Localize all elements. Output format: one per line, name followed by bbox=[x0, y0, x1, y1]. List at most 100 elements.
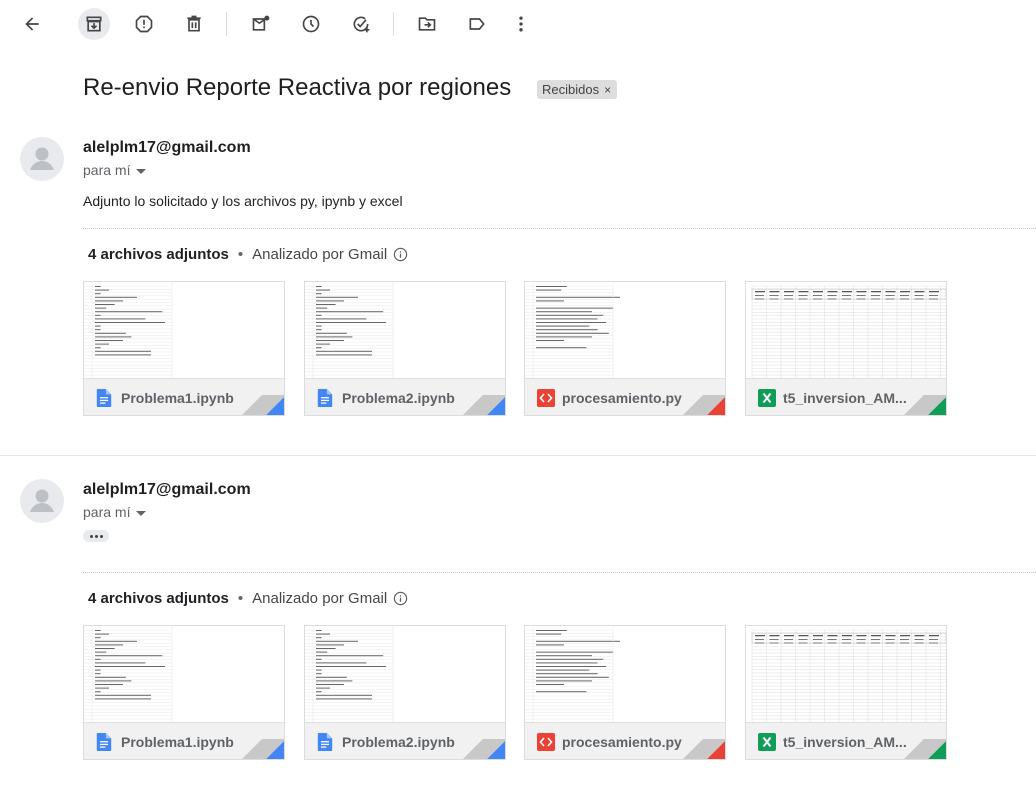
snooze-clock-icon bbox=[302, 15, 320, 33]
attachment-footer: Problema2.ipynb bbox=[305, 378, 505, 415]
add-task-icon bbox=[353, 16, 370, 33]
attachments-header: 4 archivos adjuntos • Analizado por Gmai… bbox=[88, 246, 408, 263]
attachment-filename: Problema2.ipynb bbox=[342, 734, 455, 750]
default-avatar-icon bbox=[30, 489, 54, 512]
toolbar bbox=[0, 0, 1036, 48]
attachment-filename: procesamiento.py bbox=[562, 390, 682, 406]
excel-icon bbox=[758, 389, 776, 407]
attachment-card[interactable]: Problema2.ipynb bbox=[304, 281, 506, 416]
more-vert-icon bbox=[519, 16, 523, 32]
google-docs-icon bbox=[96, 733, 112, 751]
attachment-footer: procesamiento.py bbox=[525, 722, 725, 759]
attachments-divider bbox=[83, 228, 1036, 229]
attachment-preview bbox=[525, 282, 725, 380]
trash-icon bbox=[187, 15, 201, 32]
avatar[interactable] bbox=[20, 479, 64, 523]
code-file-icon bbox=[537, 733, 555, 751]
attachment-preview bbox=[84, 282, 284, 380]
attachment-card[interactable]: Problema2.ipynb bbox=[304, 625, 506, 760]
attachment-filename: Problema1.ipynb bbox=[121, 390, 234, 406]
excel-icon bbox=[758, 733, 776, 751]
attachment-footer: t5_inversion_AM... bbox=[746, 722, 946, 759]
delete-button[interactable] bbox=[178, 8, 210, 40]
attachment-preview bbox=[746, 626, 946, 724]
add-task-button[interactable] bbox=[345, 8, 377, 40]
archive-icon bbox=[86, 16, 102, 32]
attachment-card[interactable]: procesamiento.py bbox=[524, 281, 726, 416]
report-spam-icon bbox=[135, 15, 153, 33]
recipient-details-toggle[interactable]: para mí bbox=[83, 504, 147, 520]
scanned-by-gmail: Analizado por Gmail bbox=[252, 590, 388, 607]
attachments-divider bbox=[83, 572, 1036, 573]
file-corner-fold-icon bbox=[242, 739, 284, 759]
info-icon[interactable] bbox=[393, 247, 408, 262]
file-corner-fold-icon bbox=[904, 739, 946, 759]
label-chip-text: Recibidos bbox=[542, 82, 600, 97]
label-chip-inbox[interactable]: Recibidos × bbox=[537, 80, 618, 99]
attachment-filename: Problema2.ipynb bbox=[342, 390, 455, 406]
attachment-filename: t5_inversion_AM... bbox=[783, 390, 907, 406]
attachment-card[interactable]: Problema1.ipynb bbox=[83, 281, 285, 416]
recipient-label: para mí bbox=[83, 504, 131, 520]
toolbar-separator bbox=[393, 12, 394, 36]
attachment-card[interactable]: t5_inversion_AM... bbox=[745, 625, 947, 760]
attachments-header: 4 archivos adjuntos • Analizado por Gmai… bbox=[88, 590, 408, 607]
file-corner-fold-icon bbox=[463, 395, 505, 415]
label-button[interactable] bbox=[461, 8, 493, 40]
move-to-folder-icon bbox=[418, 17, 436, 31]
message-body: Adjunto lo solicitado y los archivos py,… bbox=[83, 193, 403, 209]
avatar[interactable] bbox=[20, 137, 64, 181]
file-corner-fold-icon bbox=[463, 739, 505, 759]
archive-button[interactable] bbox=[78, 8, 110, 40]
attachment-footer: Problema1.ipynb bbox=[84, 722, 284, 759]
separator-dot: • bbox=[237, 246, 244, 263]
sender-email[interactable]: alelplm17@gmail.com bbox=[83, 481, 251, 499]
chevron-down-icon bbox=[136, 168, 147, 174]
attachment-card[interactable]: procesamiento.py bbox=[524, 625, 726, 760]
attachment-filename: Problema1.ipynb bbox=[121, 734, 234, 750]
recipient-details-toggle[interactable]: para mí bbox=[83, 162, 147, 178]
more-options-button[interactable] bbox=[505, 8, 537, 40]
attachment-footer: Problema1.ipynb bbox=[84, 378, 284, 415]
show-trimmed-content-button[interactable] bbox=[83, 530, 109, 542]
file-corner-fold-icon bbox=[683, 395, 725, 415]
attachment-filename: t5_inversion_AM... bbox=[783, 734, 907, 750]
attachment-card[interactable]: Problema1.ipynb bbox=[83, 625, 285, 760]
toolbar-separator bbox=[226, 12, 227, 36]
default-avatar-icon bbox=[30, 147, 54, 170]
attachment-preview bbox=[305, 626, 505, 724]
info-icon[interactable] bbox=[393, 591, 408, 606]
arrow-left-icon bbox=[25, 17, 39, 31]
separator-dot: • bbox=[237, 590, 244, 607]
attachment-preview bbox=[84, 626, 284, 724]
move-to-button[interactable] bbox=[411, 8, 443, 40]
remove-label-icon[interactable]: × bbox=[604, 83, 611, 97]
mark-unread-icon bbox=[252, 15, 270, 31]
attachment-footer: Problema2.ipynb bbox=[305, 722, 505, 759]
back-button[interactable] bbox=[16, 8, 48, 40]
report-spam-button[interactable] bbox=[128, 8, 160, 40]
attachment-card[interactable]: t5_inversion_AM... bbox=[745, 281, 947, 416]
email-subject: Re-envio Reporte Reactiva por regiones bbox=[83, 74, 512, 101]
file-corner-fold-icon bbox=[683, 739, 725, 759]
attachment-footer: t5_inversion_AM... bbox=[746, 378, 946, 415]
file-corner-fold-icon bbox=[242, 395, 284, 415]
attachment-preview bbox=[305, 282, 505, 380]
scanned-by-gmail: Analizado por Gmail bbox=[252, 246, 388, 263]
google-docs-icon bbox=[317, 389, 333, 407]
snooze-button[interactable] bbox=[295, 8, 327, 40]
attachment-preview bbox=[746, 282, 946, 380]
label-icon bbox=[469, 18, 485, 30]
mark-unread-button[interactable] bbox=[245, 8, 277, 40]
google-docs-icon bbox=[317, 733, 333, 751]
google-docs-icon bbox=[96, 389, 112, 407]
chevron-down-icon bbox=[136, 510, 147, 516]
attachment-filename: procesamiento.py bbox=[562, 734, 682, 750]
attachments-count: 4 archivos adjuntos bbox=[88, 246, 229, 263]
code-file-icon bbox=[537, 389, 555, 407]
attachments-count: 4 archivos adjuntos bbox=[88, 590, 229, 607]
attachment-preview bbox=[525, 626, 725, 724]
recipient-label: para mí bbox=[83, 162, 131, 178]
sender-email[interactable]: alelplm17@gmail.com bbox=[83, 139, 251, 157]
file-corner-fold-icon bbox=[904, 395, 946, 415]
